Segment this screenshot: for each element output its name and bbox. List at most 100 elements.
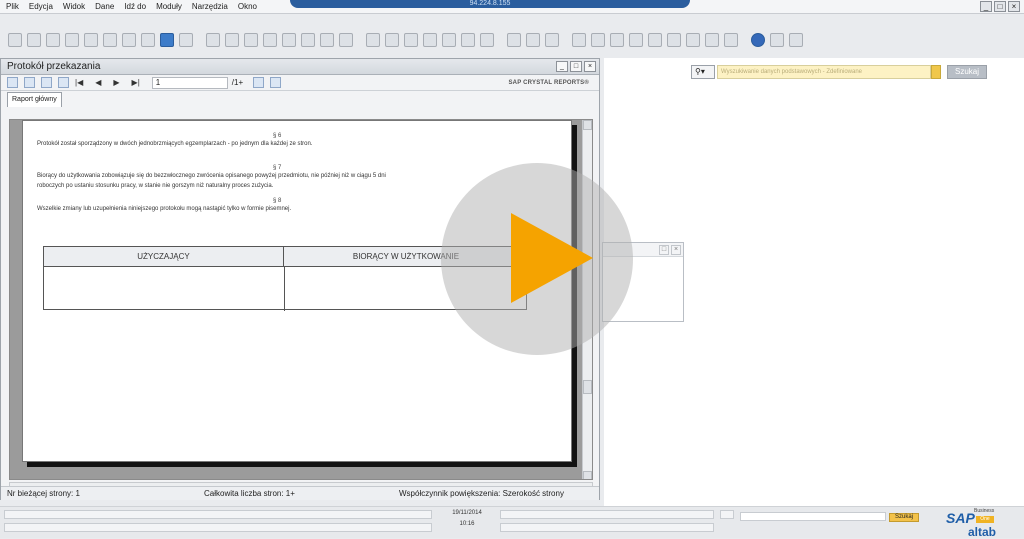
app-window-buttons: _ □ × (980, 1, 1020, 12)
close-button[interactable]: × (1008, 1, 1020, 12)
menu-goto[interactable]: Idź do (124, 2, 146, 11)
current-page-status: Nr bieżącej strony: 1 (7, 489, 80, 498)
status-field-1 (4, 510, 432, 519)
email-icon[interactable] (46, 33, 60, 47)
export-icon[interactable] (65, 33, 79, 47)
picture-icon[interactable] (610, 33, 624, 47)
menu-view[interactable]: Widok (63, 2, 85, 11)
print-icon[interactable] (27, 33, 41, 47)
section-6-text: Protokół został sporządzony w dwóch jedn… (37, 141, 313, 147)
grid-icon[interactable] (461, 33, 475, 47)
scroll-down-icon[interactable] (583, 471, 592, 479)
play-icon[interactable] (511, 213, 593, 303)
bottom-search-input[interactable] (740, 512, 886, 521)
menu-tools[interactable]: Narzędzia (192, 2, 228, 11)
duplicate-icon[interactable] (404, 33, 418, 47)
report-status-bar: Nr bieżącej strony: 1 Całkowita liczba s… (1, 486, 599, 500)
master-data-search: ⚲▾ Wyszukiwanie danych podstawowych - Zd… (691, 65, 991, 79)
approve-icon[interactable] (545, 33, 559, 47)
copy-report-icon[interactable] (24, 77, 35, 88)
document-icon[interactable] (84, 33, 98, 47)
pdf-icon[interactable] (141, 33, 155, 47)
background-window-close-button[interactable]: × (671, 245, 681, 255)
bottom-status-bar: 19/11/2014 10:16 Szukaj (0, 506, 1024, 538)
binoculars-icon[interactable] (253, 77, 265, 88)
chart-icon[interactable] (442, 33, 456, 47)
search-dropdown-icon[interactable] (931, 65, 941, 79)
minimize-button[interactable]: _ (980, 1, 992, 12)
status-time: 10:16 (459, 521, 475, 527)
find-icon[interactable] (206, 33, 220, 47)
search-button[interactable]: Szukaj (947, 65, 987, 79)
menu-edit[interactable]: Edycja (29, 2, 53, 11)
maximize-button[interactable]: □ (994, 1, 1006, 12)
new-icon[interactable] (8, 33, 22, 47)
bottom-search-button[interactable]: Szukaj (889, 513, 919, 522)
copy-icon[interactable] (366, 33, 380, 47)
last-page-button[interactable]: ▶| (132, 78, 140, 87)
status-field-5 (720, 510, 734, 519)
flag-icon[interactable] (591, 33, 605, 47)
tile-icon[interactable] (770, 33, 784, 47)
menu-data[interactable]: Dane (95, 2, 114, 11)
form-icon[interactable] (480, 33, 494, 47)
zoom-status: Współczynnik powiększenia: Szerokość str… (399, 489, 564, 498)
total-pages-status: Całkowita liczba stron: 1+ (204, 489, 295, 498)
calculator-icon[interactable] (572, 33, 586, 47)
next-page-button[interactable]: ▶ (113, 78, 119, 87)
network-icon[interactable] (667, 33, 681, 47)
export-report-icon[interactable] (7, 77, 18, 88)
bookmark-icon[interactable] (724, 33, 738, 47)
status-date: 19/11/2014 (452, 510, 482, 516)
edit-icon[interactable] (526, 33, 540, 47)
altab-logo-text: altab (968, 525, 997, 539)
last-record-icon[interactable] (301, 33, 315, 47)
section-7-text-line2: roboczych po ustaniu stosunku pracy, w s… (37, 183, 274, 189)
first-page-button[interactable]: |◀ (75, 78, 83, 87)
filter-icon[interactable] (320, 33, 334, 47)
upload-icon[interactable] (160, 33, 174, 47)
report-close-button[interactable]: × (584, 61, 596, 72)
menu-window[interactable]: Okno (238, 2, 257, 11)
background-window-restore-button[interactable]: □ (659, 245, 669, 255)
lock-icon[interactable] (103, 33, 117, 47)
reports-icon[interactable] (705, 33, 719, 47)
calendar-icon[interactable] (179, 33, 193, 47)
report-minimize-button[interactable]: _ (556, 61, 568, 72)
first-record-icon[interactable] (244, 33, 258, 47)
word-icon[interactable] (122, 33, 136, 47)
page-number-input[interactable]: 1 (151, 76, 228, 89)
zoom-icon[interactable] (270, 77, 282, 88)
cloud-icon[interactable] (686, 33, 700, 47)
signature-lender-header: UŻYCZAJĄCY (44, 247, 284, 267)
scroll-thumb[interactable] (583, 380, 592, 394)
page-icon[interactable] (225, 33, 239, 47)
report-maximize-button[interactable]: □ (570, 61, 582, 72)
users-icon[interactable] (648, 33, 662, 47)
prev-page-button[interactable]: ◀ (95, 78, 101, 87)
gear-icon[interactable] (629, 33, 643, 47)
search-type-button[interactable]: ⚲▾ (691, 65, 715, 79)
help-icon[interactable] (751, 33, 765, 47)
section-7-text-line1: Biorący do użytkowania zobowiązuje się d… (37, 173, 386, 179)
toggle-tree-icon[interactable] (41, 77, 52, 88)
sort-icon[interactable] (339, 33, 353, 47)
search-input[interactable]: Wyszukiwanie danych podstawowych - Zdefi… (717, 65, 931, 79)
status-field-4 (500, 523, 714, 532)
main-toolbar (0, 27, 1024, 53)
menu-file[interactable]: Plik (6, 2, 19, 11)
business-logo-text: Business (974, 508, 995, 514)
report-window-title: Protokół przekazania (1, 59, 599, 75)
settings-icon[interactable] (789, 33, 803, 47)
prev-record-icon[interactable] (263, 33, 277, 47)
status-field-2 (4, 523, 432, 532)
remote-title-bar: 94.224.8.155 (290, 0, 690, 8)
tab-main-report[interactable]: Raport główny (7, 92, 62, 107)
pen-icon[interactable] (507, 33, 521, 47)
menu-modules[interactable]: Moduły (156, 2, 182, 11)
paste-icon[interactable] (385, 33, 399, 47)
scroll-up-icon[interactable] (583, 120, 592, 130)
hand-icon[interactable] (423, 33, 437, 47)
next-record-icon[interactable] (282, 33, 296, 47)
group-tree-icon[interactable] (58, 77, 69, 88)
